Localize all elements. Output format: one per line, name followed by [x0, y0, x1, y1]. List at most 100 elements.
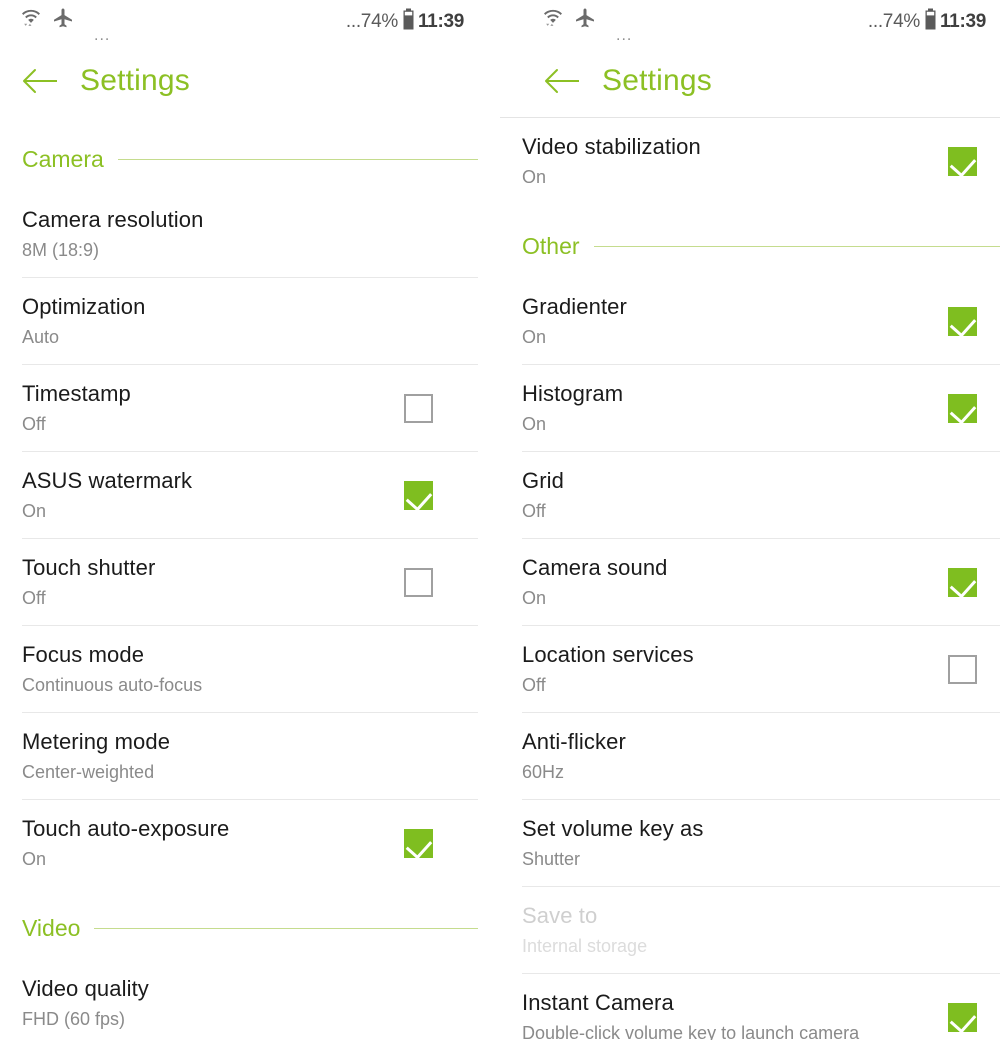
setting-row-camera-sound[interactable]: Camera sound On: [522, 539, 1000, 625]
row-subtitle: On: [522, 167, 547, 187]
status-overflow-dots: ...: [616, 27, 633, 44]
row-subtitle: Off: [522, 501, 546, 521]
row-subtitle: On: [522, 414, 547, 434]
setting-row-touch-shutter[interactable]: Touch shutter Off: [22, 539, 478, 625]
settings-list-left: Camera Camera resolution 8M (18:9) Optim…: [0, 117, 478, 1040]
row-subtitle: 60Hz: [522, 762, 565, 782]
airplane-mode-icon: [573, 6, 597, 35]
setting-row-timestamp[interactable]: Timestamp Off: [22, 365, 478, 451]
row-subtitle: Off: [22, 588, 46, 608]
setting-row-asus-watermark[interactable]: ASUS watermark On: [22, 452, 478, 538]
row-texts: Focus mode Continuous auto-focus: [22, 626, 478, 712]
row-title: Touch auto-exposure: [22, 816, 230, 841]
app-bar-left: Settings: [0, 44, 478, 117]
row-texts: Timestamp Off: [22, 365, 404, 451]
status-bar-right-left-panel: ...74% 11:39: [346, 6, 464, 36]
row-title: Gradienter: [522, 294, 627, 319]
checkbox-touch-auto-exposure[interactable]: [404, 828, 433, 858]
battery-percent-label: ...74%: [345, 11, 398, 32]
row-title: Instant Camera: [522, 990, 674, 1015]
wifi-icon: [542, 6, 564, 33]
section-title-camera: Camera: [22, 145, 104, 172]
row-title: Focus mode: [22, 642, 145, 667]
row-texts: Anti-flicker 60Hz: [522, 713, 1000, 799]
row-subtitle: On: [522, 327, 547, 347]
row-subtitle: Off: [522, 675, 546, 695]
setting-row-grid[interactable]: Grid Off: [522, 452, 1000, 538]
section-header-camera: Camera: [22, 117, 478, 191]
clock-label: 11:39: [939, 11, 986, 32]
row-subtitle: FHD (60 fps): [22, 1009, 126, 1029]
row-texts: Video quality FHD (60 fps): [22, 960, 478, 1040]
setting-row-optimization[interactable]: Optimization Auto: [22, 278, 478, 364]
setting-row-metering-mode[interactable]: Metering mode Center-weighted: [22, 713, 478, 799]
airplane-mode-icon: [51, 6, 75, 35]
row-texts: Video stabilization On: [522, 118, 948, 204]
row-title: Set volume key as: [522, 816, 704, 841]
section-header-video: Video: [22, 886, 478, 960]
section-rule: [593, 245, 1000, 247]
page-title: Settings: [602, 63, 712, 97]
row-subtitle: Center-weighted: [22, 762, 155, 782]
row-title: Grid: [522, 468, 564, 493]
setting-row-camera-resolution[interactable]: Camera resolution 8M (18:9): [22, 191, 478, 277]
battery-icon: [402, 8, 415, 36]
checkbox-touch-shutter[interactable]: [404, 567, 433, 597]
row-texts: Set volume key as Shutter: [522, 800, 1000, 886]
checkbox-instant-camera[interactable]: [948, 1002, 977, 1032]
checkbox-asus-watermark[interactable]: [404, 480, 433, 510]
back-arrow-icon[interactable]: [22, 68, 58, 94]
settings-screen-right: ... ...74% 11:39 Settings Video stabiliz…: [500, 0, 1000, 1040]
row-texts: Touch shutter Off: [22, 539, 404, 625]
dual-screenshot-container: ... ...74% 11:39 Settings Camera Camera …: [0, 0, 1000, 1040]
status-bar-icons-right: ...: [542, 6, 631, 44]
section-rule: [117, 158, 478, 160]
row-title: Location services: [522, 642, 694, 667]
row-subtitle: 8M (18:9): [22, 240, 100, 260]
setting-row-focus-mode[interactable]: Focus mode Continuous auto-focus: [22, 626, 478, 712]
settings-screen-left: ... ...74% 11:39 Settings Camera Camera …: [0, 0, 500, 1040]
setting-row-location-services[interactable]: Location services Off: [522, 626, 1000, 712]
row-title: Video quality: [22, 976, 149, 1001]
setting-row-anti-flicker[interactable]: Anti-flicker 60Hz: [522, 713, 1000, 799]
row-title: Camera resolution: [22, 207, 204, 232]
back-arrow-icon[interactable]: [544, 68, 580, 94]
status-bar-right: ... ...74% 11:39: [522, 0, 1000, 44]
row-subtitle: On: [22, 501, 47, 521]
checkbox-location-services[interactable]: [948, 654, 977, 684]
row-texts: Grid Off: [522, 452, 1000, 538]
row-texts: Instant Camera Double-click volume key t…: [522, 974, 948, 1040]
checkbox-gradienter[interactable]: [948, 306, 977, 336]
row-title: Histogram: [522, 381, 624, 406]
setting-row-video-stabilization[interactable]: Video stabilization On: [522, 118, 1000, 204]
setting-row-gradienter[interactable]: Gradienter On: [522, 278, 1000, 364]
row-title: Camera sound: [522, 555, 668, 580]
setting-row-touch-auto-exposure[interactable]: Touch auto-exposure On: [22, 800, 478, 886]
battery-percent-label: ...74%: [867, 11, 920, 32]
setting-row-histogram[interactable]: Histogram On: [522, 365, 1000, 451]
checkbox-video-stabilization[interactable]: [948, 146, 977, 176]
row-texts: Histogram On: [522, 365, 948, 451]
status-bar-icons-left: ...: [20, 6, 109, 44]
row-subtitle: Auto: [22, 327, 60, 347]
row-subtitle: On: [522, 588, 547, 608]
app-bar-right: Settings: [522, 44, 1000, 117]
status-overflow-dots: ...: [94, 27, 111, 44]
row-title: ASUS watermark: [22, 468, 193, 493]
row-title: Metering mode: [22, 729, 171, 754]
section-header-other: Other: [522, 204, 1000, 278]
row-subtitle: Double-click volume key to launch camera: [522, 1023, 860, 1040]
row-title: Anti-flicker: [522, 729, 626, 754]
row-texts: Save to Internal storage: [522, 887, 1000, 973]
setting-row-instant-camera[interactable]: Instant Camera Double-click volume key t…: [522, 974, 1000, 1040]
wifi-icon: [20, 6, 42, 33]
setting-row-set-volume-key-as[interactable]: Set volume key as Shutter: [522, 800, 1000, 886]
battery-icon: [924, 8, 937, 36]
row-title: Save to: [522, 903, 598, 928]
setting-row-video-quality[interactable]: Video quality FHD (60 fps): [22, 960, 478, 1040]
checkbox-camera-sound[interactable]: [948, 567, 977, 597]
checkbox-timestamp[interactable]: [404, 393, 433, 423]
row-subtitle: On: [22, 849, 47, 869]
checkbox-histogram[interactable]: [948, 393, 977, 423]
status-bar-right-right-panel: ...74% 11:39: [868, 6, 986, 36]
